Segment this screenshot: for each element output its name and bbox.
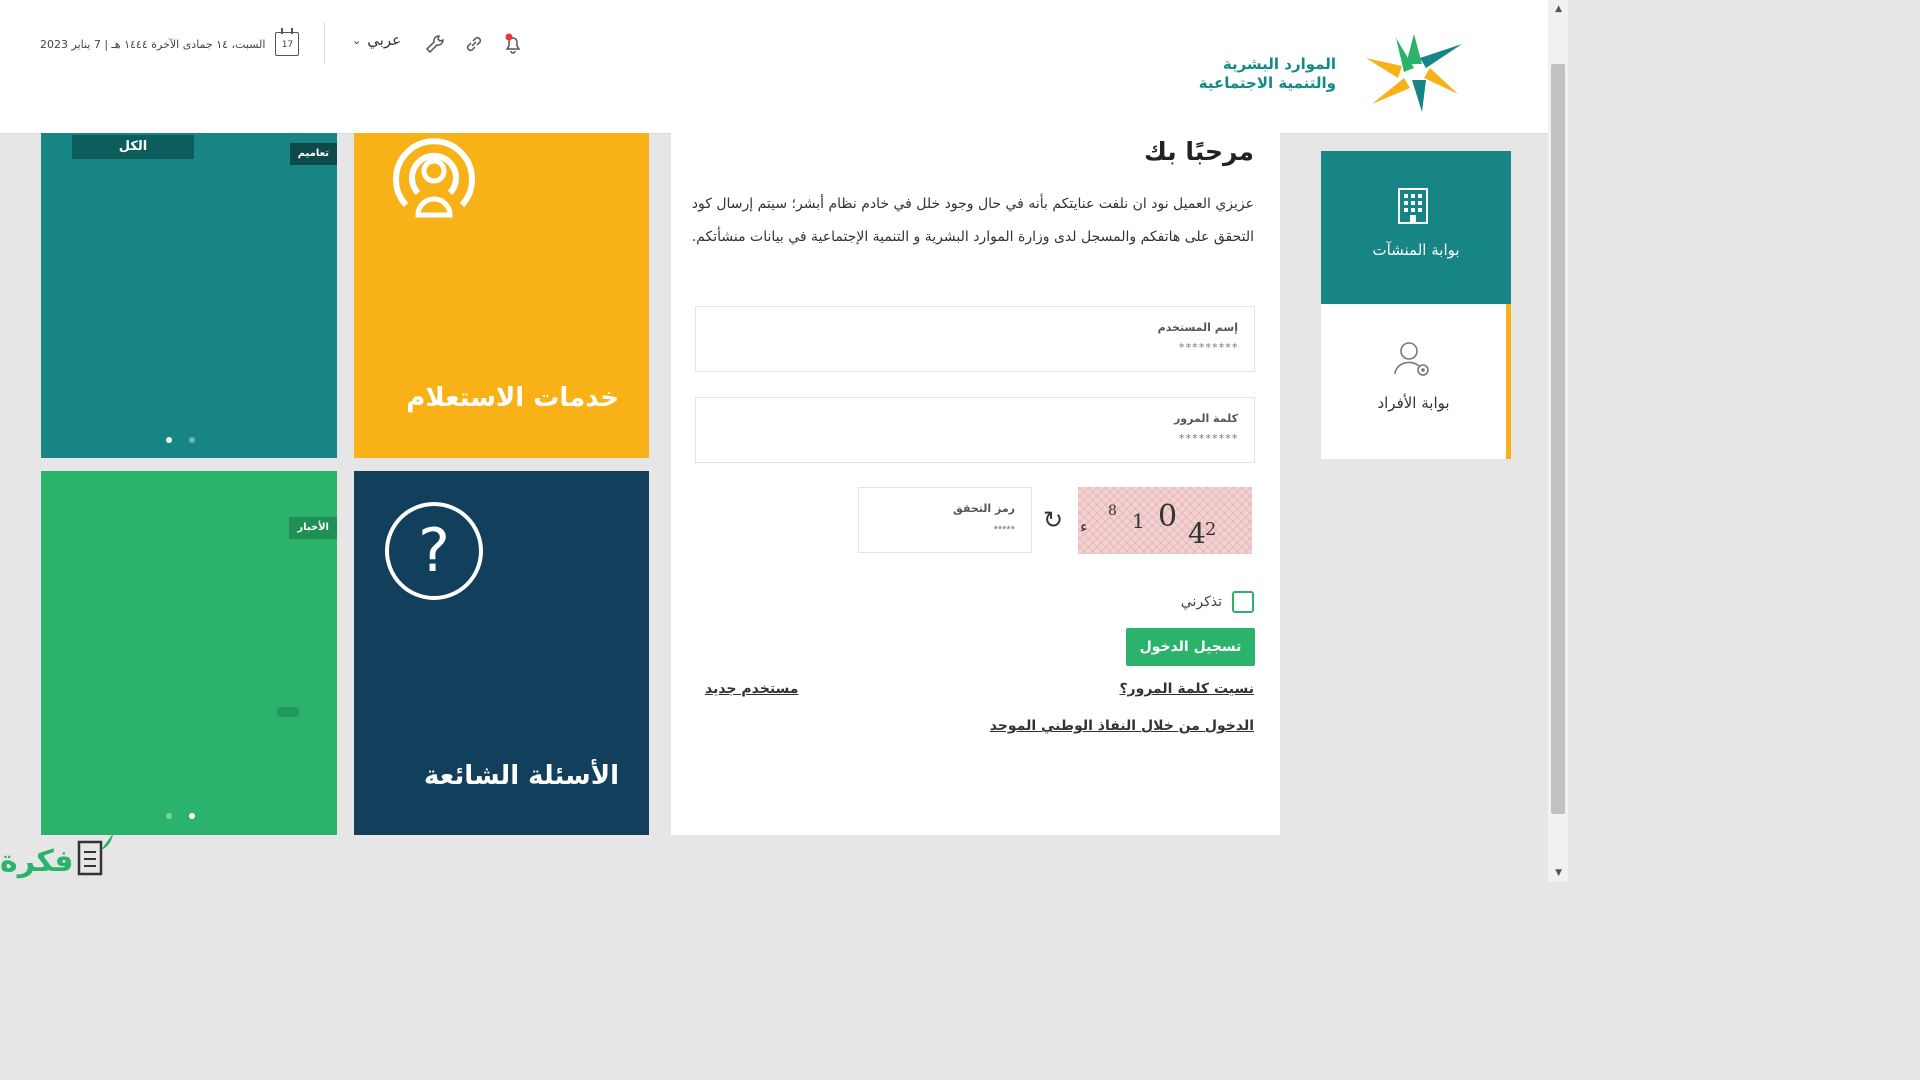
- calendar-icon: 17: [275, 28, 300, 56]
- top-header: الموارد البشرية والتنمية الاجتماعية السب…: [0, 0, 1548, 134]
- establishments-portal-tab[interactable]: بوابة المنشآت: [1321, 151, 1511, 304]
- circulars-badge: تعاميم: [289, 143, 337, 165]
- password-label: كلمة المرور: [1173, 412, 1238, 425]
- carousel-dot[interactable]: [166, 437, 172, 443]
- forgot-password-link[interactable]: نسيت كلمة المرور؟: [1119, 681, 1254, 697]
- captcha-label: رمز التحقق: [953, 502, 1015, 515]
- username-field[interactable]: إسم المستخدم: [695, 306, 1255, 372]
- language-selector[interactable]: ⌄ عربي: [352, 31, 401, 49]
- date-text: السبت، ١٤ جمادى الآخرة ١٤٤٤ هـ | 7 يناير…: [40, 37, 266, 51]
- login-card: مرحبًا بك عزيزي العميل نود ان نلفت عنايت…: [671, 133, 1280, 835]
- question-circle-icon: ?: [385, 502, 483, 600]
- wrench-icon[interactable]: [424, 33, 446, 55]
- establishments-portal-label: بوابة المنشآت: [1372, 241, 1460, 259]
- new-user-link[interactable]: مستخدم جديد: [705, 681, 798, 697]
- faq-title: الأسئلة الشائعة: [424, 761, 619, 791]
- captcha-char: 4: [1188, 517, 1206, 550]
- carousel-dots[interactable]: [166, 437, 195, 443]
- link-icon[interactable]: [463, 33, 485, 55]
- faq-tile[interactable]: ? الأسئلة الشائعة: [354, 471, 649, 835]
- carousel-dot[interactable]: [189, 437, 195, 443]
- carousel-dots[interactable]: [166, 813, 195, 819]
- captcha-char: 2: [1205, 519, 1217, 540]
- carousel-dot[interactable]: [189, 813, 195, 819]
- broadcast-user-icon: [393, 138, 475, 218]
- remember-label: تذكرني: [1180, 594, 1222, 610]
- remember-checkbox[interactable]: [1232, 591, 1254, 613]
- captcha-char: 0: [1158, 499, 1178, 534]
- question-glyph: ?: [418, 516, 450, 586]
- watermark-text: فكرة: [0, 844, 74, 879]
- welcome-heading: مرحبًا بك: [1143, 137, 1254, 166]
- watermark: فكرة: [0, 832, 115, 878]
- captcha-char: 8: [1108, 503, 1117, 519]
- refresh-captcha-icon[interactable]: ↻: [1043, 508, 1063, 532]
- ministry-name-line2: والتنمية الاجتماعية: [1198, 74, 1336, 92]
- national-sso-link[interactable]: الدخول من خلال النفاذ الوطني الموحد: [990, 718, 1254, 734]
- news-tile[interactable]: الأخبار: [41, 471, 337, 835]
- notification-dot-icon: [505, 33, 513, 41]
- ministry-name-line1: الموارد البشرية: [1222, 55, 1336, 73]
- news-badge: الأخبار: [289, 517, 337, 539]
- scroll-up-arrow-icon[interactable]: ▲: [1555, 4, 1562, 14]
- individuals-portal-tab[interactable]: بوابة الأفراد: [1321, 304, 1511, 459]
- ministry-logo-icon: [1366, 34, 1462, 112]
- building-icon: [1398, 188, 1428, 224]
- captcha-char: ء: [1080, 517, 1088, 536]
- captcha-char: 1: [1132, 509, 1145, 533]
- language-label: عربي: [367, 31, 402, 49]
- carousel-dot[interactable]: [166, 813, 172, 819]
- captcha-image: ء 8 1 0 4 2: [1078, 487, 1252, 554]
- remember-me[interactable]: تذكرني: [1181, 591, 1254, 613]
- notification-bell-icon[interactable]: [502, 33, 524, 55]
- user-settings-icon: [1394, 342, 1429, 376]
- password-input[interactable]: [936, 431, 1240, 446]
- intro-paragraph: عزيزي العميل نود ان نلفت عنايتكم بأنه في…: [691, 196, 1254, 245]
- inquiry-services-tile[interactable]: خدمات الاستعلام: [354, 133, 649, 458]
- book-leaf-icon: [78, 834, 114, 876]
- date-display: السبت، ١٤ جمادى الآخرة ١٤٤٤ هـ | 7 يناير…: [40, 28, 300, 56]
- login-button[interactable]: تسجيل الدخول: [1126, 628, 1255, 666]
- password-field[interactable]: كلمة المرور: [695, 397, 1255, 463]
- news-placeholder-bar: [277, 707, 299, 717]
- username-input[interactable]: [936, 340, 1240, 355]
- header-divider: [324, 22, 325, 64]
- individuals-portal-label: بوابة الأفراد: [1377, 394, 1450, 412]
- captcha-input[interactable]: [893, 523, 1017, 537]
- inquiry-services-title: خدمات الاستعلام: [406, 383, 619, 413]
- chevron-down-icon: ⌄: [352, 33, 362, 47]
- ministry-name: الموارد البشرية والتنمية الاجتماعية: [1116, 55, 1336, 93]
- scroll-down-arrow-icon[interactable]: ▼: [1555, 868, 1562, 878]
- captcha-field[interactable]: رمز التحقق: [858, 487, 1032, 553]
- username-label: إسم المستخدم: [1157, 321, 1238, 334]
- circulars-tile[interactable]: الكل تعاميم: [41, 133, 337, 458]
- page-scrollbar[interactable]: ▲ ▼: [1548, 0, 1568, 882]
- filter-all-badge[interactable]: الكل: [72, 135, 194, 159]
- scrollbar-thumb[interactable]: [1551, 64, 1565, 814]
